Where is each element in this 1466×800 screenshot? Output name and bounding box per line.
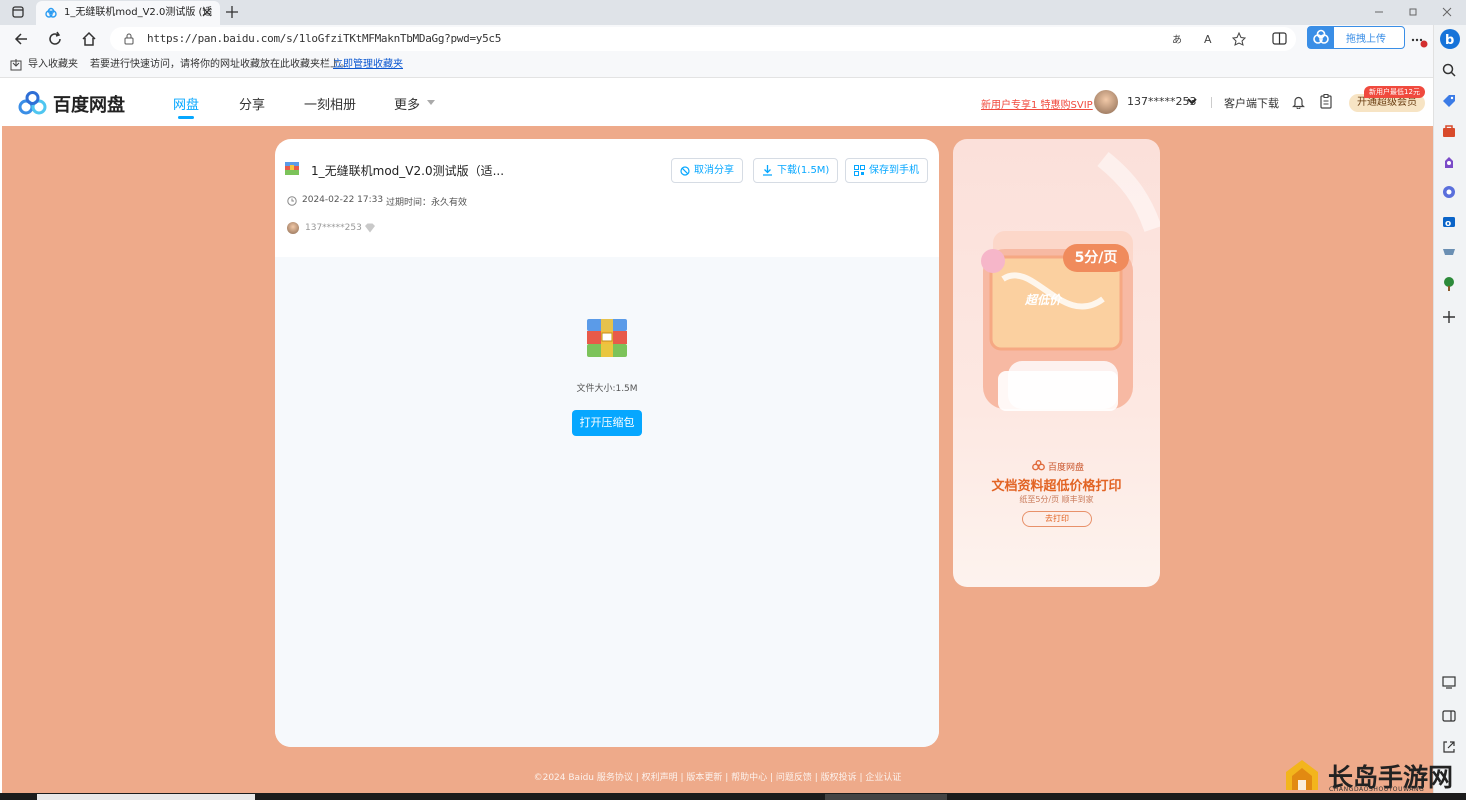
cancel-share-label: 取消分享 [694,165,734,176]
user-chevron-down-icon[interactable] [1187,98,1197,105]
back-icon[interactable] [13,31,29,47]
sidebar-outlook-icon[interactable]: o [1441,214,1457,230]
close-window-icon[interactable] [1442,7,1452,17]
logo-text[interactable]: 百度网盘 [53,91,125,117]
taskbar-window-thumb-2[interactable] [825,794,947,800]
file-size: 文件大小:1.5M [576,384,638,394]
watermark-logo-icon [1282,754,1322,794]
new-tab-icon[interactable] [226,6,238,18]
ad-headline: 文档资料超低价格打印 [991,479,1122,494]
sidebar-external-icon[interactable] [1441,739,1457,755]
svg-text:o: o [1445,219,1451,229]
vip-badge: 新用户最低12元 [1364,86,1425,98]
ban-icon [680,165,690,176]
svg-text:b: b [1445,33,1454,48]
nav-album[interactable]: 一刻相册 [304,94,356,113]
diamond-icon [364,223,376,233]
site-header: 百度网盘 网盘 分享 一刻相册 更多 新用户专享1 特惠购SVIP 137***… [2,79,1433,126]
nav-more[interactable]: 更多 [394,94,420,113]
baidu-netdisk-logo-icon[interactable] [18,90,48,116]
ad-price-badge: 5分/页 [1063,244,1129,272]
sidebar-screenshot-icon[interactable] [1441,674,1457,690]
clock-icon [287,196,297,206]
footer-links[interactable]: ©2024 Baidu 服务协议 | 权利声明 | 版本更新 | 帮助中心 | … [2,770,1433,783]
read-aloud-icon[interactable]: A [1203,32,1217,46]
download-label: 下载(1.5M) [777,165,830,176]
sidebar-panel-icon[interactable] [1441,708,1457,724]
copilot-icon[interactable]: b [1439,27,1461,51]
nav-netdisk[interactable]: 网盘 [173,94,199,113]
manage-favorites-link[interactable]: 立即管理收藏夹 [333,53,403,77]
svg-text:A: A [1204,33,1212,46]
qr-code-icon [854,165,865,176]
tab-actions-icon[interactable] [12,6,24,18]
client-download-link[interactable]: 客户端下载 [1224,95,1279,111]
favorite-star-icon[interactable] [1232,32,1246,46]
browser-tab-bar: 1_无缝联机mod_V2.0测试版 (适 [0,0,1466,25]
lock-icon[interactable] [124,33,134,45]
more-menu-icon[interactable] [1411,36,1429,48]
close-tab-icon[interactable] [202,7,212,17]
import-favorites-icon [10,59,22,71]
clipboard-icon[interactable] [1320,94,1332,109]
chevron-down-icon [427,100,435,105]
address-bar[interactable]: https://pan.baidu.com/s/1loGfziTKtMFMakn… [110,27,1296,51]
os-taskbar [0,793,1466,800]
ad-print-button[interactable]: 去打印 [1022,511,1092,527]
svg-text:あ: あ [1172,34,1182,46]
import-favorites-link[interactable]: 导入收藏夹 [28,53,78,77]
upload-cloud-icon [1308,27,1334,48]
owner-avatar [287,222,299,234]
sidebar-tree-icon[interactable] [1441,276,1457,292]
archive-file-small-icon [285,162,299,175]
download-icon [762,165,773,176]
ad-stamp: 超低价 [1025,293,1062,307]
notification-bell-icon[interactable] [1292,95,1305,109]
favorites-hint: 若要进行快速访问，请将你的网址收藏放在此收藏夹栏上。 [90,59,350,70]
file-title: 1_无缝联机mod_V2.0测试版（适... [311,164,505,178]
save-to-phone-label: 保存到手机 [869,165,919,176]
sidebar-games-icon[interactable] [1441,154,1457,170]
open-archive-button[interactable]: 打开压缩包 [572,410,642,436]
file-preview-area: 文件大小:1.5M 打开压缩包 [275,257,939,747]
nav-active-indicator [178,116,194,119]
watermark-subtext: CHANGDAOSHOUYOUWANG [1329,786,1425,793]
sidebar-add-icon[interactable] [1441,309,1457,325]
svip-promo-link[interactable]: 新用户专享1 特惠购SVIP [981,96,1093,111]
divider [1211,97,1212,108]
sidebar-toolbox-icon[interactable] [1441,123,1457,139]
taskbar-window-thumb[interactable] [37,794,255,800]
sidebar-cart-icon[interactable] [1441,245,1457,261]
owner-name: 137*****253 [305,223,362,233]
save-to-phone-button[interactable]: 保存到手机 [845,158,928,183]
baidu-cloud-favicon-icon [45,7,57,19]
translate-icon[interactable]: あ [1172,32,1186,46]
url-text: https://pan.baidu.com/s/1loGfziTKtMFMakn… [147,32,502,45]
sidebar-office-icon[interactable] [1441,184,1457,200]
ad-subline: 纸至5分/页 顺丰到家 [1019,495,1094,504]
home-icon[interactable] [81,31,97,47]
drag-upload-label: 拖拽上传 [1346,34,1386,45]
sidebar-search-icon[interactable] [1441,62,1457,78]
ad-brand: 百度网盘 [1048,463,1085,473]
split-screen-icon[interactable] [1272,31,1287,46]
drag-upload-button[interactable]: 拖拽上传 [1307,26,1405,49]
archive-file-icon [587,319,627,357]
print-service-ad[interactable]: 5分/页 超低价 百度网盘 文档资料超低价格打印 纸至5分/页 顺丰到家 去打印 [953,139,1160,587]
restore-icon[interactable] [1408,7,1418,17]
ad-brand-logo-icon [1032,460,1045,471]
refresh-icon[interactable] [47,31,63,47]
tab-title: 1_无缝联机mod_V2.0测试版 (适 [64,7,213,18]
share-date: 2024-02-22 17:33 [302,195,384,205]
cancel-share-button[interactable]: 取消分享 [671,158,743,183]
share-card: 1_无缝联机mod_V2.0测试版（适... 取消分享 下载(1.5M) 保存到… [275,139,939,747]
avatar[interactable] [1094,90,1118,114]
favorites-bar: 导入收藏夹 若要进行快速访问，请将你的网址收藏放在此收藏夹栏上。 立即管理收藏夹 [0,53,1433,78]
expiry-info: 过期时间：永久有效 [386,198,468,208]
browser-tab[interactable]: 1_无缝联机mod_V2.0测试版 (适 [36,1,220,25]
download-button[interactable]: 下载(1.5M) [753,158,839,183]
sidebar-shopping-tag-icon[interactable] [1441,93,1457,109]
minimize-icon[interactable] [1374,7,1384,17]
nav-share[interactable]: 分享 [239,94,265,113]
